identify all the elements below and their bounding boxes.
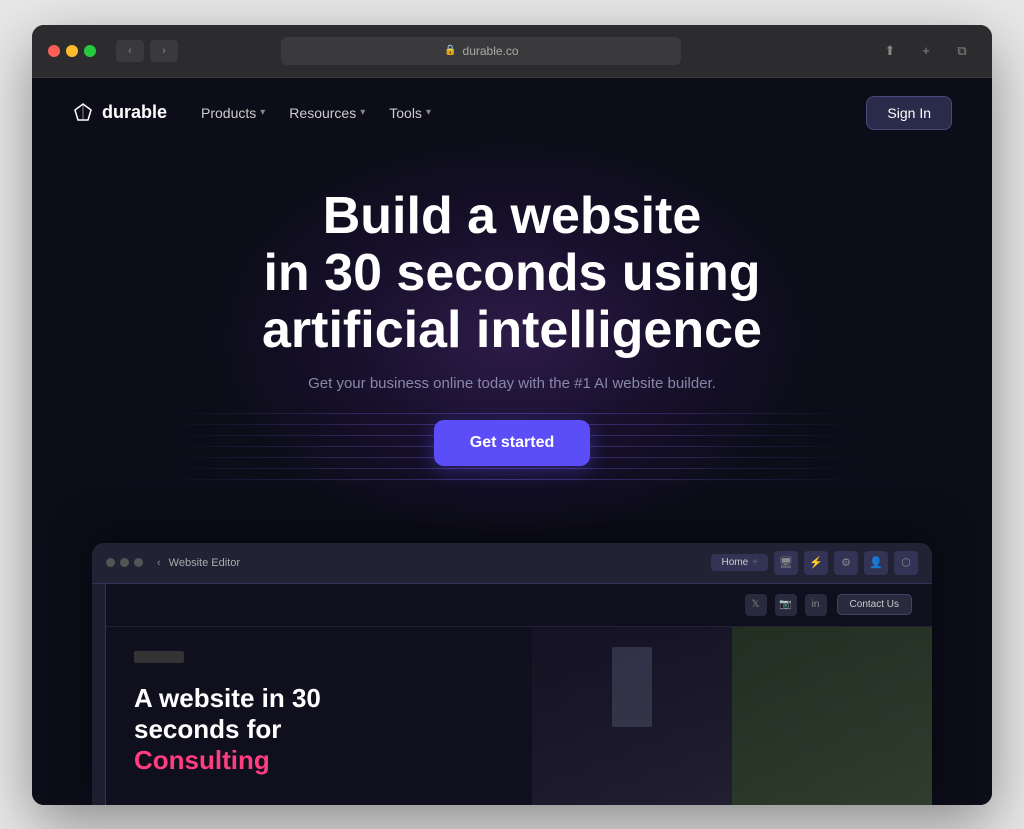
inner-hero: A website in 30 seconds for Consulting xyxy=(106,627,932,805)
inner-logo-placeholder xyxy=(134,651,184,663)
address-bar[interactable]: 🔒 durable.co xyxy=(281,37,681,65)
editor-chrome: ‹ Website Editor Home + 🖥 ⚡ ⚙ 👤 ⬡ xyxy=(92,543,932,584)
browser-actions: ⬆ + ⧉ xyxy=(876,40,976,62)
social-icons: 𝕏 📷 in xyxy=(745,594,827,616)
logo-text: durable xyxy=(102,102,167,123)
inner-hero-image xyxy=(532,627,932,805)
editor-user-icon[interactable]: 👤 xyxy=(864,551,888,575)
editor-main: 𝕏 📷 in Contact Us A website in xyxy=(106,584,932,805)
hero-section: Build a website in 30 seconds using arti… xyxy=(32,148,992,487)
editor-preview: ‹ Website Editor Home + 🖥 ⚡ ⚙ 👤 ⬡ xyxy=(92,543,932,805)
sign-in-button[interactable]: Sign In xyxy=(866,96,952,130)
share-icon[interactable]: ⬆ xyxy=(876,40,904,62)
traffic-light-green[interactable] xyxy=(84,45,96,57)
site-nav: durable Products ▾ Resources ▾ Tools ▾ S… xyxy=(32,78,992,148)
back-button[interactable]: ‹ xyxy=(116,40,144,62)
inner-site: 𝕏 📷 in Contact Us A website in xyxy=(106,584,932,805)
contact-us-button[interactable]: Contact Us xyxy=(837,594,912,615)
products-chevron: ▾ xyxy=(260,107,265,118)
editor-home-tab[interactable]: Home + xyxy=(711,554,768,571)
hero-title-line2: in 30 seconds using xyxy=(263,244,760,302)
inner-title-accent: Consulting xyxy=(134,745,270,775)
logo[interactable]: durable xyxy=(72,102,167,124)
editor-back-icon[interactable]: ‹ xyxy=(157,557,161,569)
hero-title: Build a website in 30 seconds using arti… xyxy=(52,188,972,360)
nav-links: Products ▾ Resources ▾ Tools ▾ xyxy=(191,99,441,127)
nav-item-tools[interactable]: Tools ▾ xyxy=(379,99,441,127)
windows-icon[interactable]: ⧉ xyxy=(948,40,976,62)
website-content: durable Products ▾ Resources ▾ Tools ▾ S… xyxy=(32,78,992,805)
instagram-icon[interactable]: 📷 xyxy=(775,594,797,616)
image-overlay-right xyxy=(732,627,932,805)
image-overlay-left xyxy=(532,627,732,805)
get-started-button[interactable]: Get started xyxy=(434,420,590,466)
traffic-light-yellow[interactable] xyxy=(66,45,78,57)
editor-title-bar: ‹ Website Editor xyxy=(157,557,240,569)
inner-title-line2: seconds for xyxy=(134,714,281,744)
hero-title-line1: Build a website xyxy=(323,187,702,245)
twitter-icon[interactable]: 𝕏 xyxy=(745,594,767,616)
editor-title-text: Website Editor xyxy=(169,557,240,569)
editor-tl-2 xyxy=(120,558,129,567)
url-text: durable.co xyxy=(463,44,519,58)
inner-site-nav: 𝕏 📷 in Contact Us xyxy=(106,584,932,627)
inner-title-line1: A website in 30 xyxy=(134,683,321,713)
durable-logo-icon xyxy=(72,102,94,124)
editor-toolbar: Home + 🖥 ⚡ ⚙ 👤 ⬡ xyxy=(711,551,918,575)
editor-tl-3 xyxy=(134,558,143,567)
hero-title-line3: artificial intelligence xyxy=(262,301,762,359)
editor-lightning-icon[interactable]: ⚡ xyxy=(804,551,828,575)
editor-tab-label: Home xyxy=(721,557,748,568)
lock-icon: 🔒 xyxy=(444,45,456,56)
editor-body: 𝕏 📷 in Contact Us A website in xyxy=(92,584,932,805)
editor-settings-icon[interactable]: ⚙ xyxy=(834,551,858,575)
hero-subtitle: Get your business online today with the … xyxy=(52,375,972,392)
nav-right: Sign In xyxy=(866,96,952,130)
new-tab-icon[interactable]: + xyxy=(912,40,940,62)
browser-nav: ‹ › xyxy=(116,40,178,62)
window-effect xyxy=(612,647,652,727)
tools-chevron: ▾ xyxy=(426,107,431,118)
resources-chevron: ▾ xyxy=(360,107,365,118)
inner-hero-text: A website in 30 seconds for Consulting xyxy=(106,627,532,805)
inner-image-left xyxy=(532,627,732,805)
linkedin-icon[interactable]: in xyxy=(805,594,827,616)
editor-monitor-icon[interactable]: 🖥 xyxy=(774,551,798,575)
browser-chrome: ‹ › 🔒 durable.co ⬆ + ⧉ xyxy=(32,25,992,78)
editor-tab-plus[interactable]: + xyxy=(752,557,758,568)
inner-hero-title: A website in 30 seconds for Consulting xyxy=(134,683,504,777)
traffic-light-red[interactable] xyxy=(48,45,60,57)
editor-sidebar xyxy=(92,584,106,805)
editor-external-icon[interactable]: ⬡ xyxy=(894,551,918,575)
forward-button[interactable]: › xyxy=(150,40,178,62)
editor-traffic-lights xyxy=(106,558,143,567)
browser-window: ‹ › 🔒 durable.co ⬆ + ⧉ durable xyxy=(32,25,992,805)
editor-tl-1 xyxy=(106,558,115,567)
traffic-lights xyxy=(48,45,96,57)
nav-item-resources[interactable]: Resources ▾ xyxy=(279,99,375,127)
inner-image-right xyxy=(732,627,932,805)
nav-item-products[interactable]: Products ▾ xyxy=(191,99,275,127)
